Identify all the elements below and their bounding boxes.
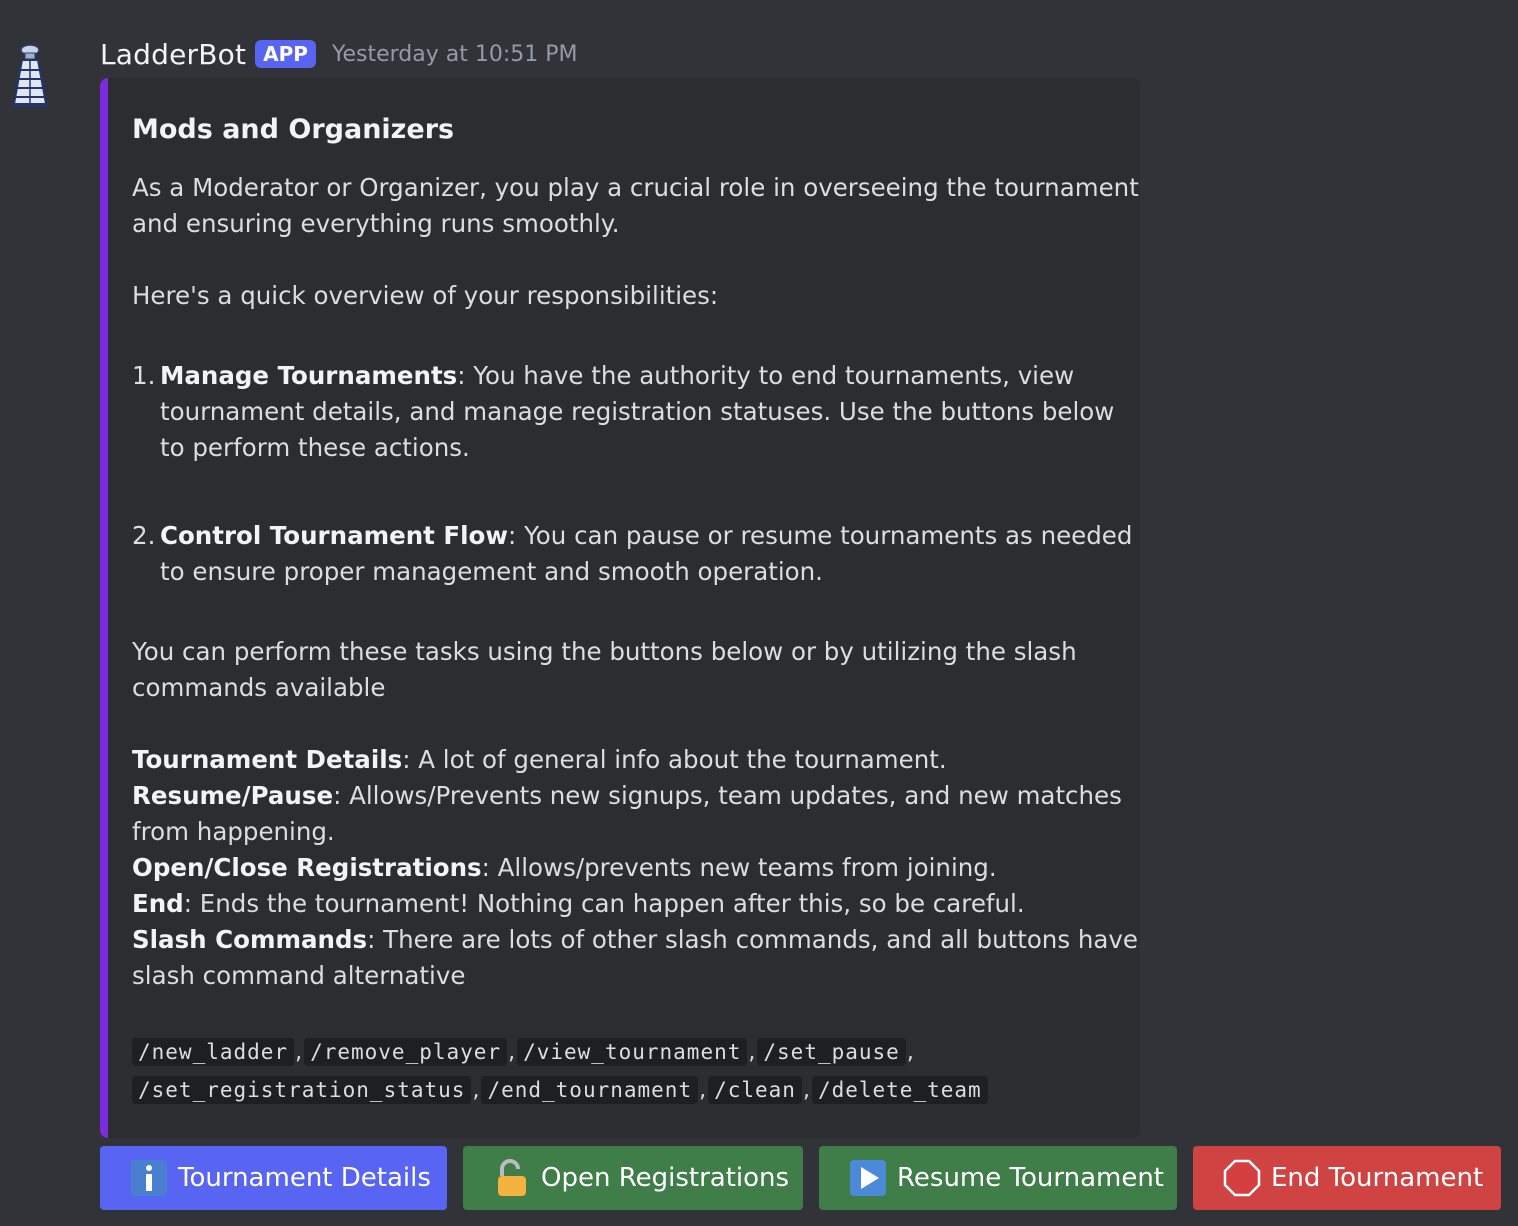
command-clean[interactable]: /clean [708,1076,802,1104]
intro-line-1: As a Moderator or Organizer, you play a … [132,173,1139,202]
definition-end: End: Ends the tournament! Nothing can ha… [132,889,1025,918]
tasks-line-1: You can perform these tasks using the bu… [132,637,1077,666]
open-registrations-button[interactable]: Open Registrations [463,1146,803,1210]
definition-registrations: Open/Close Registrations: Allows/prevent… [132,853,997,882]
command-set-registration-status[interactable]: /set_registration_status [132,1076,472,1104]
list-item-2: 2. Control Tournament Flow: You can pause… [132,521,1133,550]
definition-slash-commands: Slash Commands: There are lots of other … [132,925,1140,954]
stop-octagon-icon [1223,1159,1261,1197]
end-tournament-label: End Tournament [1271,1163,1484,1193]
definition-tournament-details: Tournament Details: A lot of general inf… [132,745,947,774]
unlocked-padlock-icon [493,1159,531,1197]
slash-command-list: /new_ladder, /remove_player, /view_tourn… [132,1033,988,1109]
author-name[interactable]: LadderBot [100,38,246,71]
list-item-1: 1. Manage Tournaments: You have the autho… [132,361,1075,390]
message-header: LadderBot APP Yesterday at 10:51 PM [100,34,578,74]
intro-line-2: and ensuring everything runs smoothly. [132,209,620,238]
embed-accent-bar [100,78,108,1138]
bot-avatar[interactable] [6,42,54,108]
command-new-ladder[interactable]: /new_ladder [132,1038,295,1066]
app-badge: APP [255,40,316,68]
command-set-pause[interactable]: /set_pause [757,1038,906,1066]
play-icon [849,1159,887,1197]
definition-resume-pause: Resume/Pause: Allows/Prevents new signup… [132,781,1122,810]
info-icon [130,1159,168,1197]
message-embed: Mods and Organizers As a Moderator or Or… [100,78,1140,1138]
tournament-details-label: Tournament Details [178,1163,431,1193]
resume-tournament-button[interactable]: Resume Tournament [819,1146,1177,1210]
embed-title: Mods and Organizers [132,114,455,145]
end-tournament-button[interactable]: End Tournament [1193,1146,1501,1210]
command-view-tournament[interactable]: /view_tournament [517,1038,748,1066]
command-remove-player[interactable]: /remove_player [304,1038,508,1066]
command-end-tournament[interactable]: /end_tournament [481,1076,699,1104]
open-registrations-label: Open Registrations [541,1163,790,1193]
ladder-trophy-icon [12,44,48,107]
tournament-details-button[interactable]: Tournament Details [100,1146,447,1210]
command-delete-team[interactable]: /delete_team [811,1076,988,1104]
tasks-line-2: commands available [132,673,386,702]
overview-line: Here's a quick overview of your responsi… [132,281,719,310]
embed-description: As a Moderator or Organizer, you play a … [132,170,1140,994]
resume-tournament-label: Resume Tournament [897,1163,1164,1193]
message-timestamp[interactable]: Yesterday at 10:51 PM [332,42,578,67]
